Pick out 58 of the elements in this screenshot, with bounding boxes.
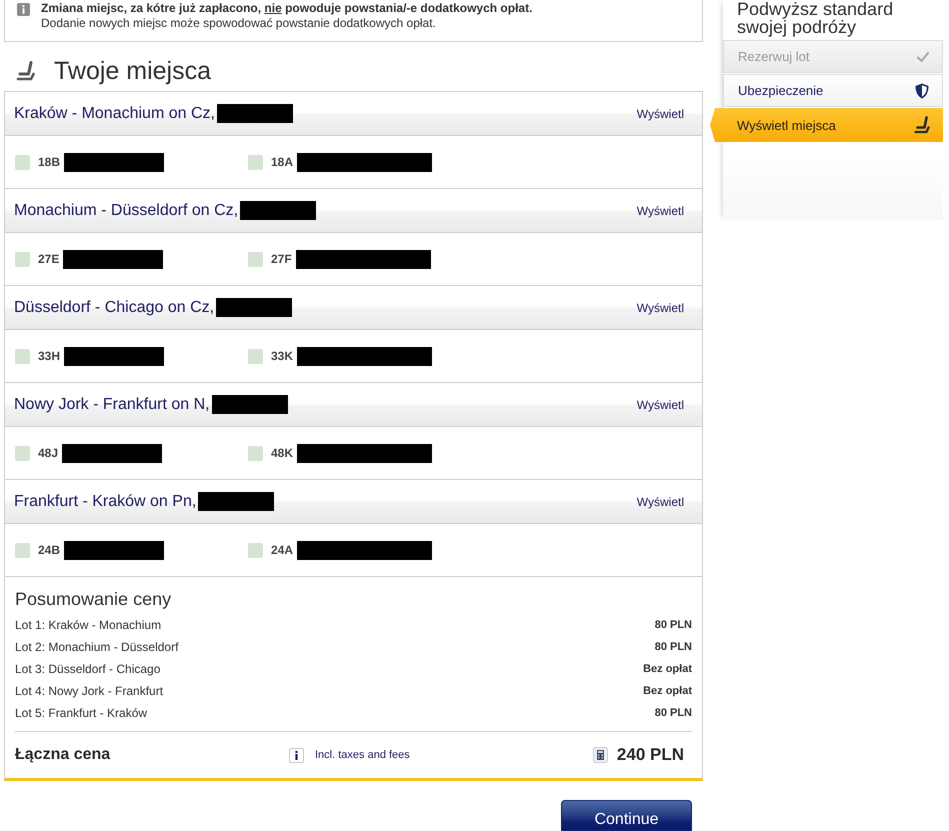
view-link[interactable]: Wyświetl	[636, 398, 684, 412]
view-link[interactable]: Wyświetl	[636, 494, 684, 508]
flight-price: Bez opłat	[643, 685, 692, 697]
flight-label: Lot 1: Kraków - Monachium	[15, 618, 162, 632]
seat-swatch-icon	[15, 542, 30, 558]
summary-title: Posumowanie ceny	[15, 588, 172, 610]
flight-label: Lot 4: Nowy Jork - Frankfurt	[15, 684, 164, 698]
flight-title: Monachium - Düsseldorf on Cz,	[14, 202, 238, 220]
seat-number: 33K	[271, 349, 294, 363]
seat-number: 24B	[38, 543, 60, 557]
calculator-icon	[592, 747, 608, 763]
view-link[interactable]: Wyświetl	[636, 300, 684, 314]
flight-label: Lot 2: Monachium - Düsseldorf	[15, 640, 178, 654]
section-title: Twoje miejsca	[54, 56, 211, 86]
flight-label: Lot 3: Düsseldorf - Chicago	[15, 662, 160, 676]
seat-swatch-icon	[248, 348, 263, 364]
seat-number: 18A	[271, 155, 294, 169]
flight-price: 80 PLN	[654, 707, 692, 719]
sidebar-title: Podwyższ standard swojej podróży	[736, 0, 894, 36]
check-icon	[917, 52, 929, 62]
flight-label: Lot 5: Frankfurt - Kraków	[15, 706, 148, 720]
seat-number: 48K	[271, 446, 294, 460]
seat-number: 33H	[38, 349, 60, 363]
seat-swatch-icon	[248, 252, 263, 266]
flight-price: 80 PLN	[654, 619, 692, 631]
view-link[interactable]: Wyświetl	[636, 204, 684, 218]
seat-number: 18B	[38, 155, 60, 169]
seat-swatch-icon	[15, 348, 30, 364]
flight-title: Frankfurt - Kraków on Pn,	[14, 492, 196, 510]
notice-detail: Dodanie nowych miejsc może spowodować powstanie dodatkowych opłat.	[41, 16, 437, 31]
tax-note: Incl. taxes and fees	[315, 749, 410, 761]
flight-title: Kraków - Monachium on Cz,	[14, 104, 215, 122]
shield-icon	[915, 82, 929, 98]
seat-icon	[16, 61, 36, 81]
info-icon	[17, 3, 30, 16]
total-label: Łączna cena	[15, 746, 112, 764]
seat-number: 24A	[271, 543, 294, 557]
flight-price: 80 PLN	[654, 641, 692, 653]
seat-swatch-icon	[15, 154, 30, 170]
total-price: 240 PLN	[616, 745, 684, 765]
seat-swatch-icon	[15, 252, 30, 266]
view-link[interactable]: Wyświetl	[636, 106, 684, 120]
info-icon[interactable]	[289, 748, 304, 762]
seat-swatch-icon	[15, 446, 30, 460]
seat-number: 27E	[38, 252, 60, 266]
seat-icon	[914, 116, 930, 134]
seat-swatch-icon	[248, 154, 263, 170]
flight-title: Düsseldorf - Chicago on Cz,	[14, 298, 214, 316]
flight-title: Nowy Jork - Frankfurt on N,	[14, 396, 210, 414]
seat-swatch-icon	[248, 446, 263, 460]
seat-number: 27F	[271, 252, 292, 266]
notice-text: Zmiana miejsc, za kótre już zapłacono, nie powoduje powstania/-e dodatkowych opłat.	[41, 1, 532, 16]
flight-price: Bez opłat	[643, 663, 692, 675]
seat-swatch-icon	[248, 542, 263, 558]
menu-item[interactable]: Ubezpieczenie	[723, 74, 943, 107]
seat-number: 48J	[38, 446, 58, 460]
menu-item[interactable]: Wyświetl miejsca	[710, 108, 943, 142]
continue-button[interactable]: Continue	[561, 800, 692, 831]
